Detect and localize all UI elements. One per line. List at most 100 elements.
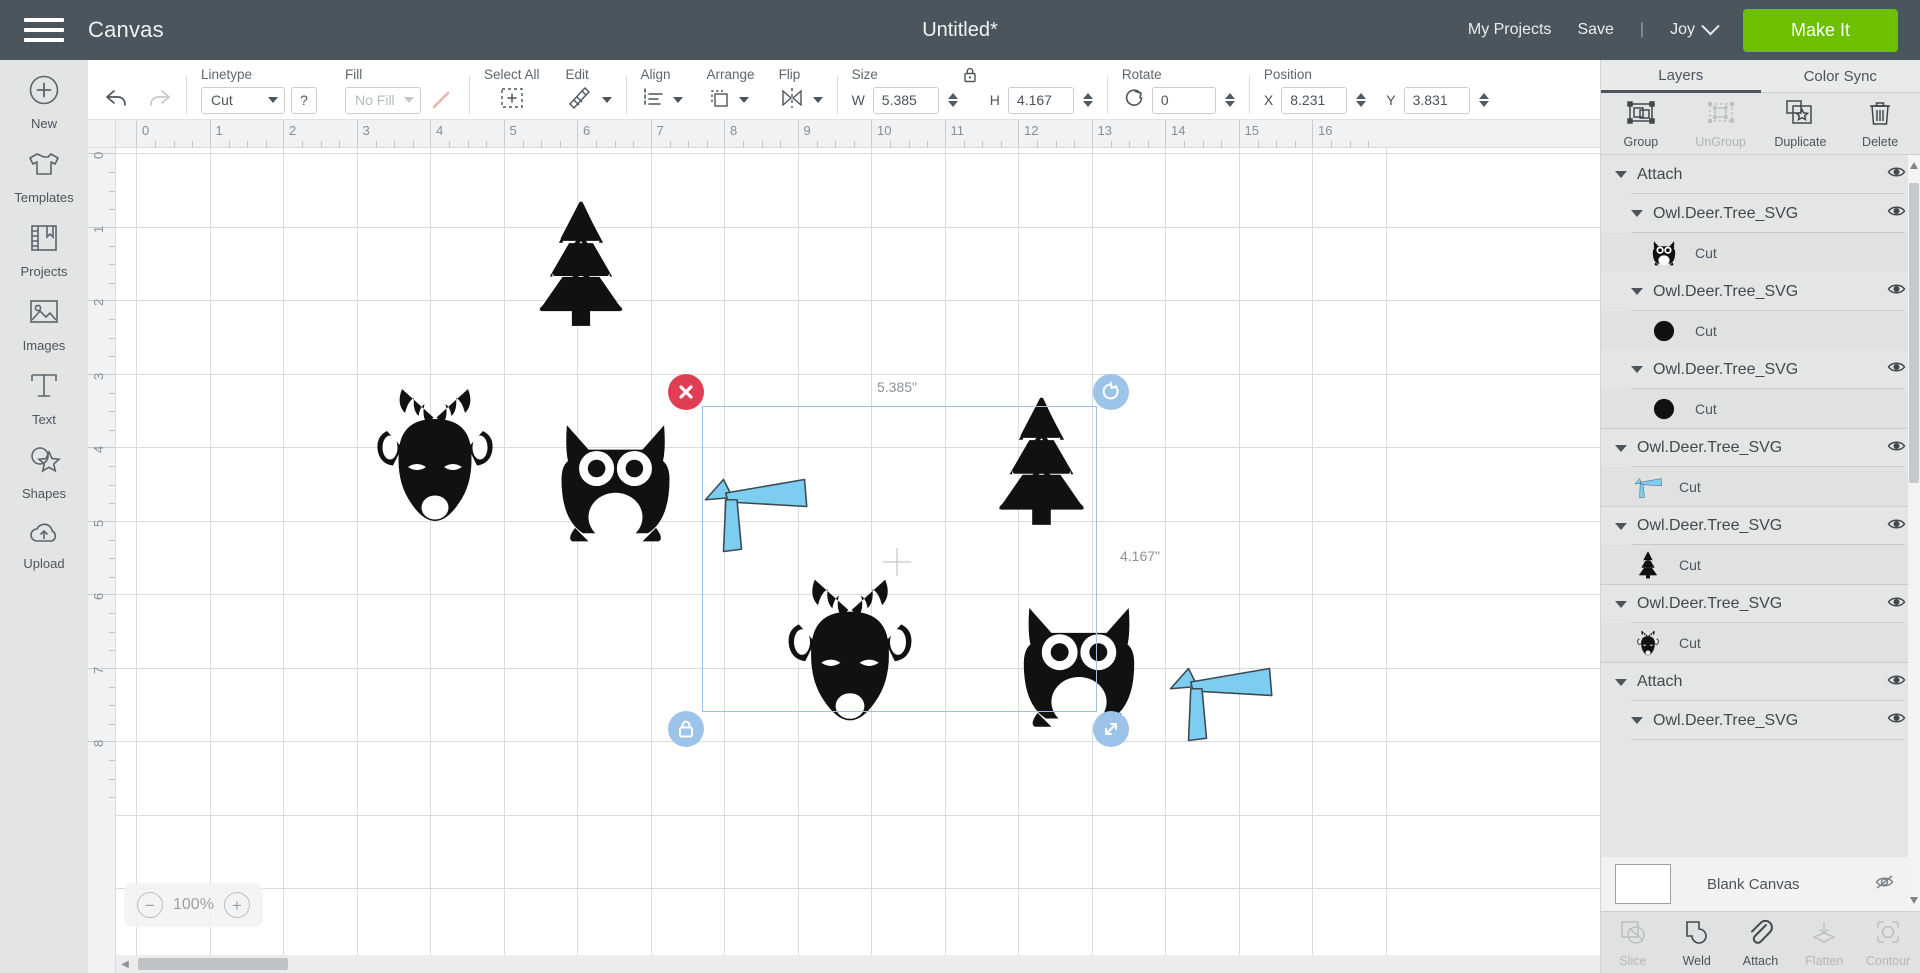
layers-scrollbar[interactable] bbox=[1908, 155, 1920, 911]
caret-down-icon[interactable] bbox=[1615, 679, 1627, 686]
caret-down-icon[interactable] bbox=[1631, 210, 1643, 217]
rail-item-shapes[interactable]: Shapes bbox=[0, 430, 88, 504]
select-all-icon[interactable] bbox=[499, 86, 525, 115]
eye-visible-icon[interactable] bbox=[1887, 203, 1906, 224]
rail-item-text[interactable]: Text bbox=[0, 356, 88, 430]
linetype-help-button[interactable]: ? bbox=[291, 87, 317, 114]
tab-color-sync[interactable]: Color Sync bbox=[1761, 60, 1920, 93]
rail-item-new[interactable]: New bbox=[0, 60, 88, 134]
position-y-stepper[interactable] bbox=[1479, 93, 1489, 107]
delete-button[interactable]: Delete bbox=[1840, 93, 1920, 154]
rail-item-images[interactable]: Images bbox=[0, 282, 88, 356]
layer-group-row[interactable]: Owl.Deer.Tree_SVG bbox=[1601, 194, 1920, 233]
canvas-area[interactable]: 012345678910111213141516 012345678 5.385… bbox=[88, 120, 1600, 973]
position-y-input[interactable] bbox=[1404, 87, 1470, 114]
canvas-shape-tree[interactable] bbox=[516, 176, 646, 351]
layers-list[interactable]: AttachOwl.Deer.Tree_SVG CutOwl.Deer.Tree… bbox=[1601, 155, 1920, 911]
layer-group-row[interactable]: Owl.Deer.Tree_SVG bbox=[1601, 506, 1920, 545]
chevron-down-icon[interactable] bbox=[813, 97, 823, 103]
rotate-input[interactable] bbox=[1152, 87, 1216, 114]
resize-selection-handle[interactable] bbox=[1093, 711, 1129, 747]
eye-visible-icon[interactable] bbox=[1887, 516, 1906, 537]
horizontal-scrollbar[interactable]: ◀ bbox=[116, 955, 1600, 973]
save-link[interactable]: Save bbox=[1577, 21, 1613, 39]
scroll-down-arrow-icon[interactable] bbox=[1910, 897, 1918, 904]
canvas-shape-deer[interactable] bbox=[355, 380, 515, 530]
position-x-input[interactable] bbox=[1281, 87, 1347, 114]
layer-row[interactable]: Cut bbox=[1601, 623, 1920, 662]
delete-selection-handle[interactable] bbox=[668, 374, 704, 410]
zoom-out-button[interactable]: − bbox=[137, 892, 163, 918]
linetype-select[interactable]: Cut bbox=[201, 87, 285, 114]
no-fill-swatch-icon[interactable] bbox=[427, 87, 455, 114]
weld-button[interactable]: Weld bbox=[1665, 918, 1729, 968]
tab-layers[interactable]: Layers bbox=[1601, 60, 1761, 93]
chevron-down-icon[interactable] bbox=[739, 97, 749, 103]
hamburger-menu-icon[interactable] bbox=[24, 15, 64, 45]
rotate-selection-handle[interactable] bbox=[1093, 374, 1129, 410]
layer-group-row[interactable]: Attach bbox=[1601, 155, 1920, 194]
align-icon[interactable] bbox=[641, 86, 667, 115]
edit-icon[interactable] bbox=[566, 86, 596, 115]
caret-down-icon[interactable] bbox=[1631, 288, 1643, 295]
eye-visible-icon[interactable] bbox=[1887, 359, 1906, 380]
caret-down-icon[interactable] bbox=[1631, 366, 1643, 373]
layer-row[interactable]: Cut bbox=[1601, 389, 1920, 428]
layer-group-row[interactable]: Owl.Deer.Tree_SVG bbox=[1601, 350, 1920, 389]
caret-down-icon[interactable] bbox=[1615, 171, 1627, 178]
size-lock-icon[interactable] bbox=[948, 65, 992, 90]
rotate-icon[interactable] bbox=[1122, 87, 1146, 114]
caret-down-icon[interactable] bbox=[1615, 523, 1627, 530]
height-stepper[interactable] bbox=[1083, 93, 1093, 107]
design-grid[interactable]: 5.385"4.167" bbox=[116, 148, 1600, 973]
layers-scroll-thumb[interactable] bbox=[1909, 183, 1919, 483]
height-input[interactable] bbox=[1008, 87, 1074, 114]
canvas-shape-owl[interactable] bbox=[548, 408, 683, 556]
layer-group-row[interactable]: Owl.Deer.Tree_SVG bbox=[1601, 428, 1920, 467]
scroll-up-arrow-icon[interactable] bbox=[1910, 162, 1918, 169]
width-stepper[interactable] bbox=[948, 93, 958, 107]
duplicate-button[interactable]: Duplicate bbox=[1761, 93, 1841, 154]
lock-aspect-handle[interactable] bbox=[668, 711, 704, 747]
rail-item-upload[interactable]: Upload bbox=[0, 504, 88, 574]
group-button[interactable]: Group bbox=[1601, 93, 1681, 154]
layer-group-row[interactable]: Owl.Deer.Tree_SVG bbox=[1601, 701, 1920, 740]
layer-group-row[interactable]: Owl.Deer.Tree_SVG bbox=[1601, 272, 1920, 311]
attach-button[interactable]: Attach bbox=[1729, 918, 1793, 968]
chevron-down-icon[interactable] bbox=[673, 97, 683, 103]
blank-canvas-row[interactable]: Blank Canvas bbox=[1601, 857, 1908, 911]
rail-item-projects[interactable]: Projects bbox=[0, 208, 88, 282]
layer-group-row[interactable]: Attach bbox=[1601, 662, 1920, 701]
chevron-down-icon[interactable] bbox=[602, 97, 612, 103]
my-projects-link[interactable]: My Projects bbox=[1468, 21, 1552, 39]
flip-icon[interactable] bbox=[779, 86, 807, 115]
canvas-shape-bow[interactable] bbox=[1155, 655, 1285, 745]
scroll-left-arrow-icon[interactable]: ◀ bbox=[116, 959, 134, 970]
layer-row[interactable]: Cut bbox=[1601, 545, 1920, 584]
width-input[interactable] bbox=[873, 87, 939, 114]
caret-down-icon[interactable] bbox=[1615, 601, 1627, 608]
rail-item-templates[interactable]: Templates bbox=[0, 134, 88, 208]
eye-visible-icon[interactable] bbox=[1887, 164, 1906, 185]
arrange-icon[interactable] bbox=[707, 86, 733, 115]
fill-select[interactable]: No Fill bbox=[345, 87, 421, 114]
rotate-stepper[interactable] bbox=[1225, 93, 1235, 107]
horizontal-scroll-thumb[interactable] bbox=[138, 958, 288, 970]
caret-down-icon[interactable] bbox=[1615, 445, 1627, 452]
eye-visible-icon[interactable] bbox=[1887, 594, 1906, 615]
layer-row[interactable]: Cut bbox=[1601, 233, 1920, 272]
eye-visible-icon[interactable] bbox=[1887, 281, 1906, 302]
zoom-in-button[interactable]: + bbox=[224, 892, 250, 918]
eye-visible-icon[interactable] bbox=[1887, 672, 1906, 693]
make-it-button[interactable]: Make It bbox=[1743, 9, 1898, 52]
layer-group-row[interactable]: Owl.Deer.Tree_SVG bbox=[1601, 584, 1920, 623]
eye-hidden-icon[interactable] bbox=[1875, 874, 1894, 895]
undo-icon[interactable] bbox=[104, 87, 130, 114]
eye-visible-icon[interactable] bbox=[1887, 710, 1906, 731]
eye-visible-icon[interactable] bbox=[1887, 438, 1906, 459]
layer-row[interactable]: Cut bbox=[1601, 467, 1920, 506]
position-x-stepper[interactable] bbox=[1356, 93, 1366, 107]
layer-row[interactable]: Cut bbox=[1601, 311, 1920, 350]
user-menu[interactable]: Joy bbox=[1670, 21, 1717, 39]
caret-down-icon[interactable] bbox=[1631, 717, 1643, 724]
